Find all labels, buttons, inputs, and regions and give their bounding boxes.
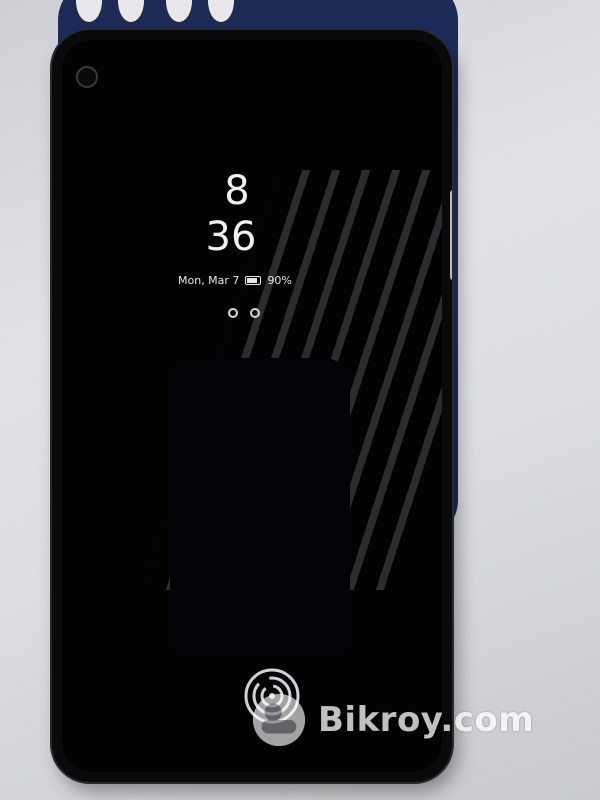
smartphone: 8 36 Mon, Mar 7 90%	[52, 30, 452, 782]
date-battery-row: Mon, Mar 7 90%	[178, 272, 338, 288]
notification-dot-icon[interactable]	[250, 308, 260, 318]
front-camera	[76, 66, 98, 88]
notification-dot-icon[interactable]	[228, 308, 238, 318]
phone-side-button	[450, 190, 452, 280]
clock-hour: 8	[224, 168, 250, 214]
bikroy-logo-icon	[252, 693, 306, 747]
screen-dark-area	[170, 358, 350, 658]
case-cutout	[166, 0, 192, 22]
battery-level: 90%	[267, 273, 292, 287]
case-cutout	[76, 0, 102, 22]
battery-icon	[245, 275, 262, 285]
watermark: Bikroy.com	[250, 690, 534, 750]
case-cutout	[118, 0, 144, 22]
case-cutout	[208, 0, 234, 22]
clock-minute: 36	[205, 214, 257, 260]
photo-scene: 8 36 Mon, Mar 7 90% Bikroy.com	[0, 0, 600, 800]
watermark-text: Bikroy.com	[318, 700, 535, 740]
date-label: Mon, Mar 7	[178, 273, 240, 287]
notification-icons	[228, 308, 260, 318]
lock-screen: 8 36 Mon, Mar 7 90%	[62, 40, 442, 772]
